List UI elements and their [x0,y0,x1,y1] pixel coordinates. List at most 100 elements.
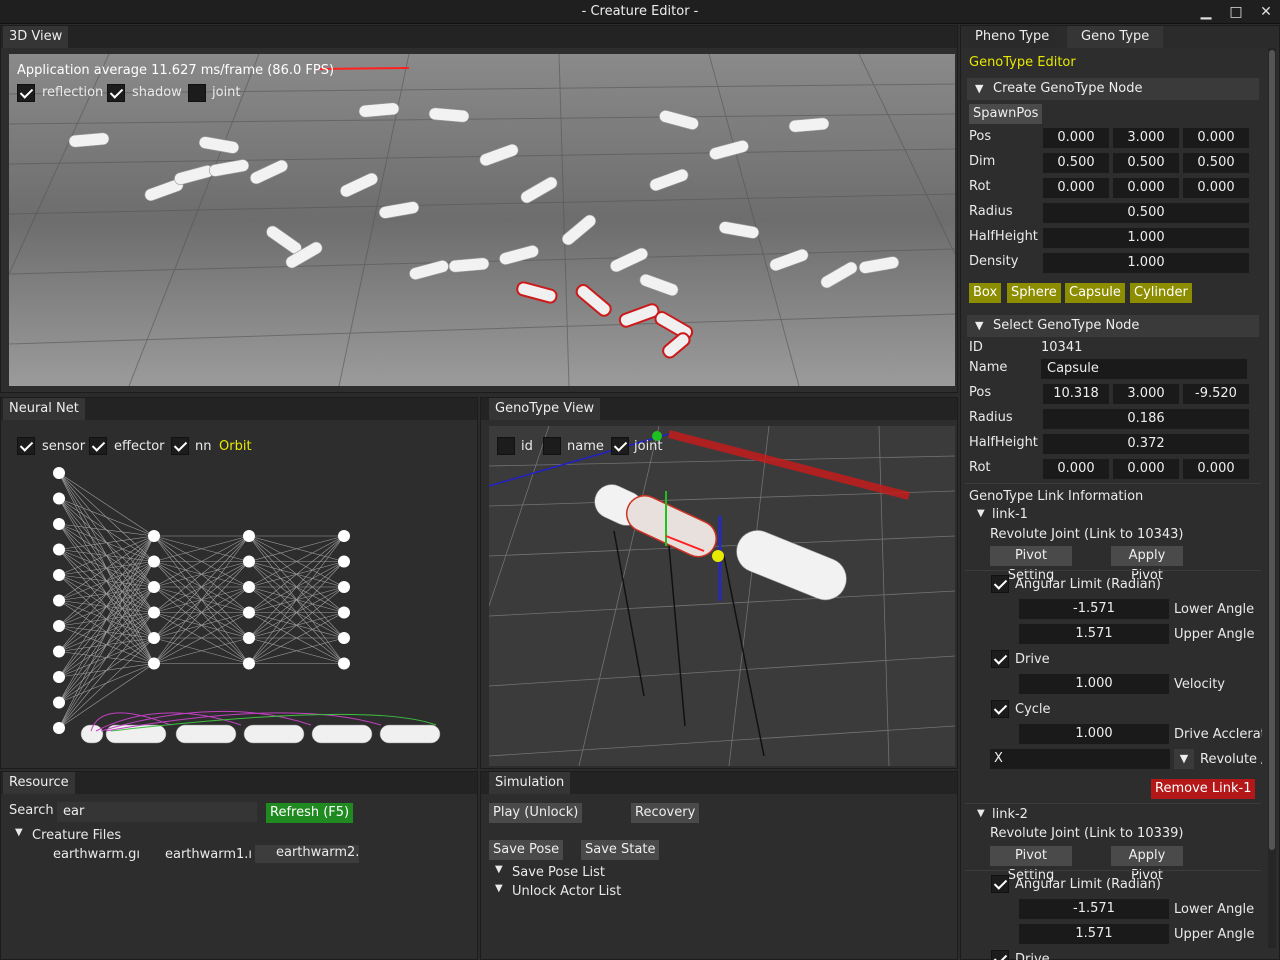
capsule-button[interactable]: Capsule [1065,283,1125,303]
tab-neural-net[interactable]: Neural Net [3,398,85,420]
neural-node [148,606,160,619]
effector-checkbox[interactable] [89,437,107,455]
link1-angular-checkbox[interactable] [991,575,1009,593]
node-name-field[interactable]: Capsule [1041,359,1247,379]
link1-velocity-field[interactable]: 1.000 [1019,674,1169,694]
link1-expand-icon[interactable]: ▼ [977,508,985,519]
dim-z-field[interactable]: 0.500 [1183,153,1249,173]
spawnpos-button[interactable]: SpawnPos [969,104,1043,124]
play-button[interactable]: Play (Unlock) [489,803,583,823]
close-button[interactable]: ✕ [1253,2,1279,22]
select-node-header[interactable]: ▼ Select GenoType Node [967,315,1259,337]
neural-node [53,696,65,709]
sel-pos-y-field[interactable]: 3.000 [1113,384,1179,404]
reflection-label: reflection [42,85,104,100]
sel-rot-x-field[interactable]: 0.000 [1043,459,1109,479]
dim-y-field[interactable]: 0.500 [1113,153,1179,173]
rot-z-field[interactable]: 0.000 [1183,178,1249,198]
tree-expand-icon[interactable]: ▼ [15,827,23,838]
link2-expand-icon[interactable]: ▼ [977,808,985,819]
link1-accel-label: Drive Acclerati [1174,727,1262,742]
link1-velocity-label: Velocity [1174,677,1225,692]
sel-pos-x-field[interactable]: 10.318 [1043,384,1109,404]
scrollbar-track[interactable] [1268,48,1276,948]
recovery-button[interactable]: Recovery [631,803,700,823]
file-item[interactable]: earthwarm1.ı [165,847,251,862]
tab-resource[interactable]: Resource [3,772,75,794]
link2-angular-checkbox[interactable] [991,875,1009,893]
link2-apply-pivot-button[interactable]: Apply Pivot [1111,846,1183,883]
density-field[interactable]: 1.000 [1043,253,1249,273]
unlock-actor-list-node[interactable]: Unlock Actor List [512,884,621,899]
sel-radius-field[interactable]: 0.186 [1043,409,1249,429]
maximize-button[interactable]: □ [1223,2,1249,22]
genotype-3d-canvas[interactable] [489,426,955,766]
link2-drive-checkbox[interactable] [991,950,1009,960]
search-input[interactable]: ear [57,802,257,822]
file-item[interactable]: earthwarm.gı [53,847,143,862]
save-state-button[interactable]: Save State [581,840,660,860]
rot-y-field[interactable]: 0.000 [1113,178,1179,198]
halfheight-label: HalfHeight [969,229,1038,244]
tab-pheno-type[interactable]: Pheno Type [969,26,1056,48]
link2-drive-label: Drive [1015,952,1050,960]
rot-x-field[interactable]: 0.000 [1043,178,1109,198]
link1-upper-field[interactable]: 1.571 [1019,624,1169,644]
reflection-checkbox[interactable] [17,84,35,102]
box-button[interactable]: Box [969,283,1002,303]
link1-drive-checkbox[interactable] [991,650,1009,668]
id-checkbox[interactable] [497,437,515,455]
sel-halfheight-field[interactable]: 0.372 [1043,434,1249,454]
name-checkbox[interactable] [543,437,561,455]
save-pose-button[interactable]: Save Pose [489,840,564,860]
link1-apply-pivot-button[interactable]: Apply Pivot [1111,546,1183,583]
scrollbar-thumb[interactable] [1269,50,1275,850]
create-node-header[interactable]: ▼ Create GenoType Node [967,78,1259,100]
halfheight-field[interactable]: 1.000 [1043,228,1249,248]
refresh-button[interactable]: Refresh (F5) [266,803,354,823]
link1-cycle-checkbox[interactable] [991,700,1009,718]
nn-checkbox[interactable] [171,437,189,455]
shadow-checkbox[interactable] [107,84,125,102]
tab-3d-view[interactable]: 3D View [3,26,69,48]
joint-marker[interactable] [712,550,724,562]
joint-view-checkbox[interactable] [611,437,629,455]
scene-3d-canvas[interactable] [9,54,955,386]
tab-genotype-view[interactable]: GenoType View [489,398,601,420]
orbit-label[interactable]: Orbit [219,439,252,454]
sel-rot-y-field[interactable]: 0.000 [1113,459,1179,479]
pos-y-field[interactable]: 3.000 [1113,128,1179,148]
nn-label: nn [195,439,212,454]
link2-pivot-button[interactable]: Pivot Setting [990,846,1072,883]
pose-list-expand-icon[interactable]: ▼ [495,864,503,875]
link1-axis-select[interactable]: X [990,749,1170,769]
link1-pivot-button[interactable]: Pivot Setting [990,546,1072,583]
neural-edge [58,535,155,729]
link1-lower-field[interactable]: -1.571 [1019,599,1169,619]
pos-x-field[interactable]: 0.000 [1043,128,1109,148]
sensor-checkbox[interactable] [17,437,35,455]
pos-z-field[interactable]: 0.000 [1183,128,1249,148]
creature-files-node[interactable]: Creature Files [32,828,121,843]
minimize-button[interactable]: ▁ [1193,2,1219,22]
link2-upper-field[interactable]: 1.571 [1019,924,1169,944]
file-item-selected[interactable]: earthwarm2.ı [255,845,359,863]
cylinder-button[interactable]: Cylinder [1130,283,1192,303]
dropdown-arrow-icon[interactable]: ▼ [1174,749,1194,769]
joint-checkbox[interactable] [188,84,206,102]
unlock-list-expand-icon[interactable]: ▼ [495,883,503,894]
neural-node [53,722,65,734]
sel-rot-z-field[interactable]: 0.000 [1183,459,1249,479]
tab-simulation[interactable]: Simulation [489,772,571,794]
tab-geno-type[interactable]: Geno Type [1067,26,1164,48]
link1-node[interactable]: link-1 [992,507,1028,522]
sphere-button[interactable]: Sphere [1007,283,1061,303]
sel-pos-z-field[interactable]: -9.520 [1183,384,1249,404]
remove-link1-button[interactable]: Remove Link-1 [1151,779,1256,799]
radius-field[interactable]: 0.500 [1043,203,1249,223]
link2-node[interactable]: link-2 [992,807,1028,822]
link2-lower-field[interactable]: -1.571 [1019,899,1169,919]
link1-accel-field[interactable]: 1.000 [1019,724,1169,744]
dim-x-field[interactable]: 0.500 [1043,153,1109,173]
save-pose-list-node[interactable]: Save Pose List [512,865,605,880]
